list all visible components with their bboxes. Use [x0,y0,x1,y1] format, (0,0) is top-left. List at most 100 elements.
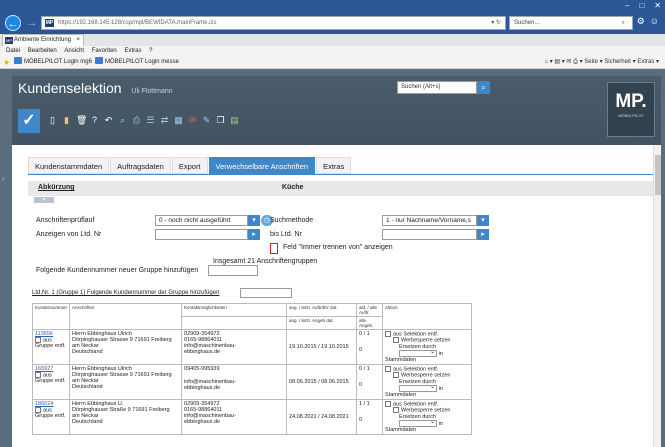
favorite-link-1-label: MÖBELPILOT Login mg6 [24,59,92,65]
help-icon[interactable]: ? [90,115,99,126]
menu-help[interactable]: ? [149,48,152,54]
copy-icon[interactable]: ❐ [216,115,225,126]
moebelpilot-logo: MP. MÖBELPILOT [607,82,655,137]
offer-count: 0 [359,381,363,388]
tab-export[interactable]: Export [171,157,208,174]
collapse-toggle-icon[interactable]: ▾ [34,197,54,203]
mail-icon[interactable]: ✉ [188,115,197,126]
replace-select[interactable] [399,383,438,392]
total-groups-text: Insgesamt 21 Anschriftengruppen [213,258,318,265]
back-arrow-icon[interactable]: ← [5,15,21,31]
contact-line: ebbinghaus.de [184,418,221,425]
remove-from-group-checkbox[interactable] [35,371,41,378]
group1-add-input[interactable] [240,288,292,298]
print-icon[interactable]: ⎙ [132,115,141,126]
tab-favicon-icon: MP [5,37,13,44]
scrollbar-thumb[interactable] [655,155,661,195]
favorite-link-2-label: MÖBELPILOT Login messe [105,59,179,65]
app-area: Kundenselektion Uli Flottmann Suchen (Al… [0,69,665,447]
tab-extras[interactable]: Extras [316,157,352,174]
dates-cell: 08.06.2015 / 08.06.2015 [286,363,358,400]
menu-extras[interactable]: Extras [124,48,141,54]
address-line: Dörpinghauser Straße 9 71691 Freiberg [72,406,170,413]
browser-search-placeholder: Suchen... [514,20,540,26]
never-separate-checkbox[interactable] [270,243,278,254]
menu-favoriten[interactable]: Favoriten [92,48,117,54]
maximize-icon[interactable]: □ [639,0,644,12]
app-search-input[interactable]: Suchen (Alt+s) [397,81,477,94]
export-icon[interactable]: ▤ [230,115,239,126]
favorites-star-icon[interactable]: ★ [3,56,10,69]
list-icon[interactable]: ☰ [146,115,155,126]
delete-icon[interactable]: 🗑 [76,115,87,126]
undo-icon[interactable]: ↶ [104,115,113,126]
browser-menu-bar: Datei Bearbeiten Ansicht Favoriten Extra… [0,46,665,56]
ad-block-checkbox[interactable] [393,407,400,414]
minimize-icon[interactable]: – [625,0,629,12]
search-tool-icon[interactable]: ⌕ [118,115,127,126]
search-method-label: Suchmethode [270,217,314,224]
command-bar[interactable]: ⌂ ▾ ▤ ▾ ✉ ⎙ ▾ Seite ▾ Sicherheit ▾ Extra… [544,56,659,69]
menu-datei[interactable]: Datei [6,48,20,54]
folder-icon[interactable]: ▮ [62,115,71,126]
favorite-link-2[interactable]: MÖBELPILOT Login messe [95,56,179,69]
new-document-icon[interactable]: ▯ [48,115,57,126]
star-icon[interactable]: ★ [624,16,632,27]
col-header-auftrag-dat: ang. / letzt. Auftr/BV dat. [286,303,358,317]
search-method-select[interactable]: 1 - nur Nachname/Vorname,s [382,215,477,226]
from-lookup-icon[interactable]: ▸ [248,229,260,240]
ad-block-checkbox[interactable] [393,337,400,344]
check-run-select[interactable]: 0 - noch nicht ausgeführt [155,215,248,226]
remove-from-group-checkbox[interactable] [35,337,41,343]
transfer-icon[interactable]: ⇄ [160,115,169,126]
add-group-input[interactable] [208,265,258,276]
customer-number-cell: 165927 aus Gruppe entf. [31,363,71,400]
dates-cell: 24.08.2021 / 24.08.2021 [286,398,358,435]
contact-cell: 09405-995939 info@maschinenbau- ebbingha… [181,363,288,400]
gear-icon[interactable]: ⚙ [637,16,645,27]
home-icon[interactable]: ⌂ [613,16,618,27]
command-bar-label: Seite ▾ Sicherheit ▾ Extras ▾ [584,59,659,65]
confirm-check-button[interactable]: ✓ [18,109,40,133]
replace-select[interactable] [399,348,438,357]
tab-verwechselbare-anschriften[interactable]: Verwechselbare Anschriften [208,157,316,174]
refresh-icon[interactable]: ▾ ↻ [491,17,501,29]
abbreviation-label[interactable]: Abkürzung [38,184,75,191]
col-subheader-angebote: alle Angeb. [356,316,384,330]
group-icon[interactable]: ▦ [174,115,183,126]
vertical-scrollbar[interactable] [653,145,661,447]
group1-label[interactable]: Ltd.Nr. 1 (Gruppe 1) Folgende Kundennumm… [32,290,219,296]
order-count: 1 / 1 [359,400,370,407]
tab-close-icon[interactable]: × [76,35,80,46]
to-lookup-icon[interactable]: ▸ [477,229,489,240]
forward-arrow-icon[interactable]: → [24,15,40,31]
master-data-label: Stammdaten [385,426,417,433]
close-icon[interactable]: ✕ [654,0,661,12]
address-bar[interactable]: MP https://192.168.145.128/csp/mpl/BEWID… [41,16,506,30]
to-input[interactable] [382,229,477,240]
replace-in-label: in [438,385,443,392]
browser-top-icons: ⌂ ★ ⚙ ☺ [613,16,659,27]
ad-block-checkbox[interactable] [393,372,400,379]
smiley-icon[interactable]: ☺ [650,16,659,27]
sidebar-expand-icon[interactable]: › [2,176,10,183]
remove-selection-checkbox[interactable] [385,331,392,337]
remove-from-group-checkbox[interactable] [35,406,41,413]
menu-ansicht[interactable]: Ansicht [64,48,84,54]
tab-kundenstammdaten[interactable]: Kundenstammdaten [28,157,110,174]
app-search-icon[interactable]: ⌕ [477,81,490,94]
menu-bearbeiten[interactable]: Bearbeiten [28,48,57,54]
check-run-dropdown-icon[interactable]: ▾ [248,215,260,226]
search-method-dropdown-icon[interactable]: ▾ [477,215,489,226]
from-input[interactable] [155,229,248,240]
col-header-auftraege: ald. / alle Auftr. [356,303,384,317]
replace-select[interactable] [399,418,438,427]
favorite-link-1[interactable]: MÖBELPILOT Login mg6 [14,56,92,69]
edit-icon[interactable]: ✎ [202,115,211,126]
remove-selection-checkbox[interactable] [385,365,392,372]
abbreviation-value: Küche [282,184,304,191]
remove-selection-checkbox[interactable] [385,400,392,407]
address-url: https://192.168.145.128/csp/mpl/BEWIDATA… [58,20,217,26]
browser-tab[interactable]: MP Ambiente Einrichtung × [2,34,84,46]
tab-auftragsdaten[interactable]: Auftragsdaten [110,157,171,174]
